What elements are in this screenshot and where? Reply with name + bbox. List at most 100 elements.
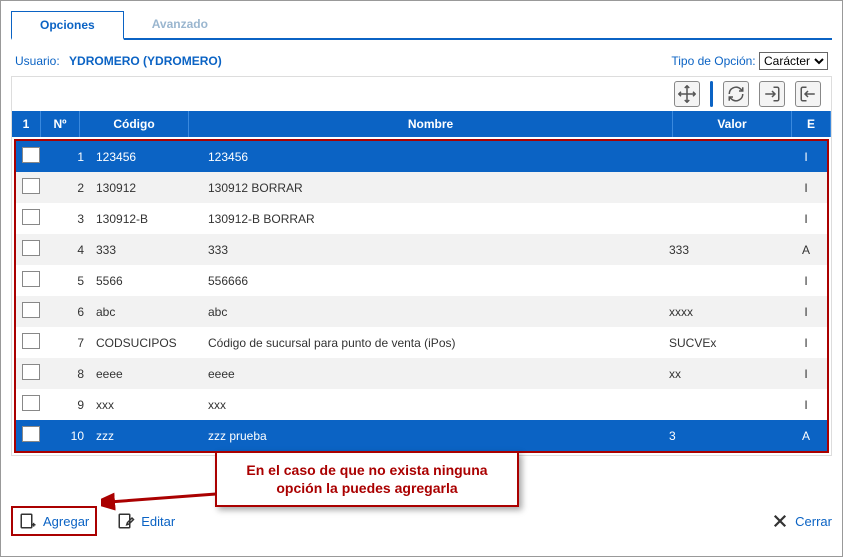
- user-label: Usuario:: [15, 54, 60, 68]
- add-label: Agregar: [43, 514, 89, 529]
- add-icon: [19, 512, 37, 530]
- cell-name: eeee: [202, 361, 663, 387]
- header-name[interactable]: Nombre: [189, 111, 673, 137]
- cell-status: I: [785, 330, 827, 356]
- row-checkbox[interactable]: [22, 364, 40, 380]
- header-select[interactable]: 1: [12, 111, 41, 137]
- grid-header: 1 Nº Código Nombre Valor E: [12, 111, 831, 137]
- edit-icon: [117, 512, 135, 530]
- cell-code: 123456: [90, 144, 202, 170]
- close-button[interactable]: Cerrar: [771, 512, 832, 530]
- cell-code: zzz: [90, 423, 202, 449]
- meta-bar: Usuario: YDROMERO (YDROMERO) Tipo de Opc…: [15, 52, 828, 70]
- cell-status: I: [785, 175, 827, 201]
- header-status[interactable]: E: [792, 111, 831, 137]
- type-select[interactable]: Carácter: [759, 52, 828, 70]
- cell-num: 9: [48, 392, 90, 418]
- cell-code: abc: [90, 299, 202, 325]
- grid-toolbar: [11, 76, 832, 111]
- cell-name: xxx: [202, 392, 663, 418]
- user-value: YDROMERO (YDROMERO): [69, 54, 222, 68]
- cell-code: CODSUCIPOS: [90, 330, 202, 356]
- cell-value: [663, 399, 785, 411]
- cell-value: [663, 182, 785, 194]
- cell-value: [663, 275, 785, 287]
- cell-name: 556666: [202, 268, 663, 294]
- autofit-columns-button[interactable]: [674, 81, 700, 107]
- cell-value: 3: [663, 423, 785, 449]
- table-row[interactable]: 4333333333A: [16, 234, 827, 265]
- table-row[interactable]: 10zzzzzz prueba3A: [16, 420, 827, 451]
- cell-value: SUCVEx: [663, 330, 785, 356]
- cell-name: 333: [202, 237, 663, 263]
- export-button[interactable]: [795, 81, 821, 107]
- header-code[interactable]: Código: [80, 111, 189, 137]
- cell-value: 333: [663, 237, 785, 263]
- close-icon: [771, 512, 789, 530]
- tab-advanced[interactable]: Avanzado: [124, 11, 236, 38]
- cell-num: 4: [48, 237, 90, 263]
- add-button[interactable]: Agregar: [19, 512, 89, 530]
- cell-status: I: [785, 299, 827, 325]
- table-row[interactable]: 9xxxxxxI: [16, 389, 827, 420]
- app-window: Opciones Avanzado Usuario: YDROMERO (YDR…: [0, 0, 843, 557]
- cell-value: [663, 213, 785, 225]
- refresh-button[interactable]: [723, 81, 749, 107]
- cell-name: 130912-B BORRAR: [202, 206, 663, 232]
- cell-code: eeee: [90, 361, 202, 387]
- cell-status: I: [785, 144, 827, 170]
- cell-num: 3: [48, 206, 90, 232]
- row-checkbox[interactable]: [22, 271, 40, 287]
- cell-name: Código de sucursal para punto de venta (…: [202, 330, 663, 356]
- cell-num: 6: [48, 299, 90, 325]
- header-value[interactable]: Valor: [673, 111, 792, 137]
- cell-name: zzz prueba: [202, 423, 663, 449]
- cell-num: 7: [48, 330, 90, 356]
- header-num[interactable]: Nº: [41, 111, 80, 137]
- table-row[interactable]: 7CODSUCIPOSCódigo de sucursal para punto…: [16, 327, 827, 358]
- row-checkbox[interactable]: [22, 426, 40, 442]
- row-checkbox[interactable]: [22, 240, 40, 256]
- import-button[interactable]: [759, 81, 785, 107]
- cell-code: 5566: [90, 268, 202, 294]
- grid-body: 1123456123456I2130912130912 BORRARI31309…: [14, 139, 829, 453]
- table-row[interactable]: 55566556666 I: [16, 265, 827, 296]
- cell-code: 333: [90, 237, 202, 263]
- toolbar-divider: [710, 81, 713, 107]
- cell-value: [663, 151, 785, 163]
- annotation-callout: En el caso de que no exista ninguna opci…: [215, 451, 519, 507]
- cell-name: 130912 BORRAR: [202, 175, 663, 201]
- cell-value: xx: [663, 361, 785, 387]
- table-row[interactable]: 6abcabcxxxxI: [16, 296, 827, 327]
- row-checkbox[interactable]: [22, 209, 40, 225]
- table-row[interactable]: 1123456123456I: [16, 141, 827, 172]
- cell-status: I: [785, 361, 827, 387]
- row-checkbox[interactable]: [22, 302, 40, 318]
- table-row[interactable]: 3130912-B130912-B BORRARI: [16, 203, 827, 234]
- table-row[interactable]: 2130912130912 BORRAR I: [16, 172, 827, 203]
- cell-value: xxxx: [663, 299, 785, 325]
- cell-code: 130912: [90, 175, 202, 201]
- table-row[interactable]: 8eeeeeeeexxI: [16, 358, 827, 389]
- cell-name: 123456: [202, 144, 663, 170]
- cell-num: 5: [48, 268, 90, 294]
- tab-options[interactable]: Opciones: [11, 11, 124, 40]
- data-grid: 1 Nº Código Nombre Valor E 1 123456123456…: [11, 111, 832, 456]
- row-checkbox[interactable]: [22, 178, 40, 194]
- tab-bar: Opciones Avanzado: [11, 11, 832, 40]
- footer-bar: Agregar Editar Cerrar: [11, 506, 832, 536]
- cell-num: 2: [48, 175, 90, 201]
- cell-status: A: [785, 237, 827, 263]
- row-checkbox[interactable]: [22, 333, 40, 349]
- cell-status: A: [785, 423, 827, 449]
- edit-button[interactable]: Editar: [117, 512, 175, 530]
- cell-status: I: [785, 206, 827, 232]
- edit-label: Editar: [141, 514, 175, 529]
- close-label: Cerrar: [795, 514, 832, 529]
- cell-num: 8: [48, 361, 90, 387]
- type-label: Tipo de Opción:: [671, 54, 755, 68]
- row-checkbox[interactable]: [22, 395, 40, 411]
- cell-status: I: [785, 268, 827, 294]
- cell-code: xxx: [90, 392, 202, 418]
- row-checkbox[interactable]: [22, 147, 40, 163]
